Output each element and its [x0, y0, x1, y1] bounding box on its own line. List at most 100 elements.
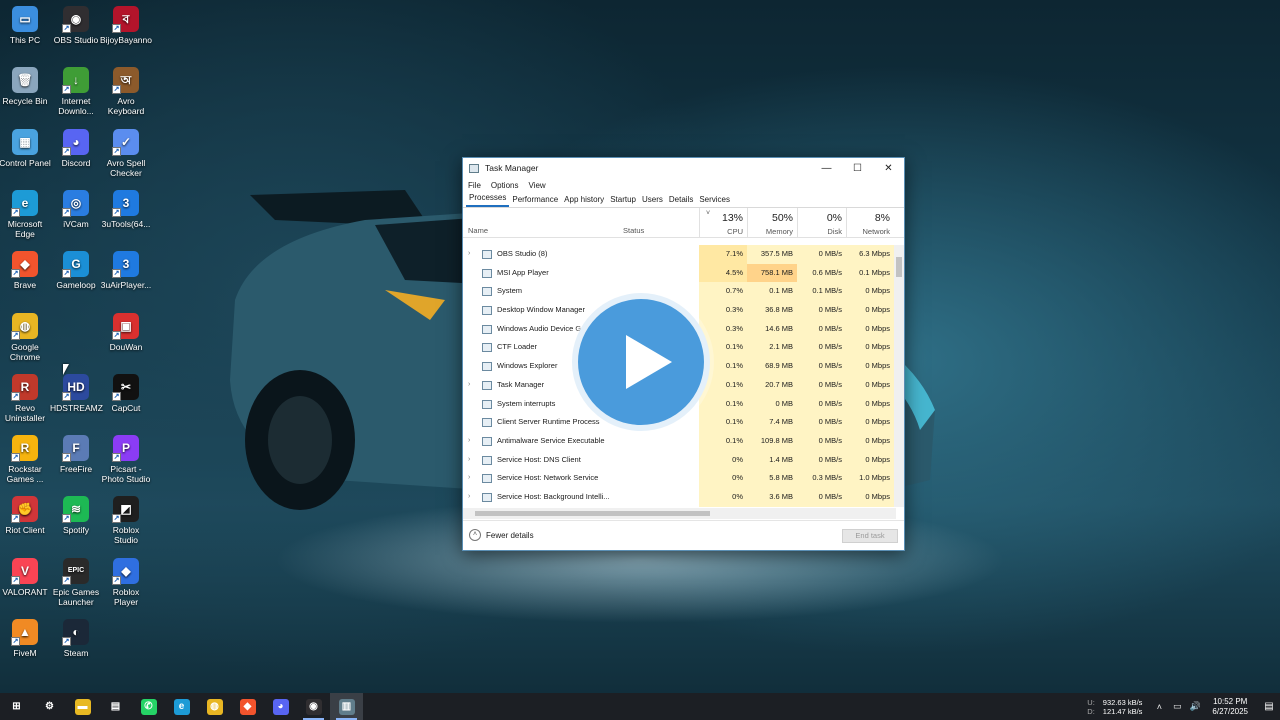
fewer-details-button[interactable]: ˄ Fewer details [469, 529, 534, 541]
taskbar-obs-studio[interactable]: ◉ [297, 693, 330, 720]
process-row[interactable]: › Service Host: DNS Client 0% 1.4 MB 0 MB/s 0… [463, 450, 896, 470]
internet-download-manager-icon: ↓ ↗ [62, 67, 89, 95]
recycle-bin-icon: 🗑 [12, 67, 38, 94]
process-row[interactable]: › Service Host: Network Service 0% 5.8 MB 0.… [463, 469, 896, 488]
play-button-overlay[interactable] [572, 293, 710, 431]
process-cpu: 4.5% [699, 263, 747, 283]
process-row[interactable]: › Antimalware Service Executable 0.1% 109.8… [463, 431, 896, 451]
column-memory[interactable]: 50% Memory [747, 208, 797, 238]
close-button[interactable]: ✕ [873, 158, 904, 178]
desktop-icon[interactable]: ▭ This PC [0, 6, 51, 45]
expand-chevron-icon[interactable]: › [468, 245, 476, 264]
title-bar[interactable]: Task Manager — ☐ ✕ [463, 158, 904, 178]
tab-app-history[interactable]: App history [561, 195, 607, 207]
column-cpu[interactable]: 13% CPU [699, 208, 747, 238]
maximize-button[interactable]: ☐ [842, 158, 873, 178]
taskbar-brave[interactable]: ◆ [231, 693, 264, 720]
process-network: 0 Mbps [846, 431, 894, 451]
desktop-icon[interactable]: 3 ↗ 3uTools(64... [100, 189, 152, 229]
vertical-scroll-thumb[interactable] [896, 257, 902, 277]
desktop-icon[interactable]: ✊ ↗ Riot Client [0, 496, 51, 535]
menu-view[interactable]: View [528, 181, 545, 190]
process-memory: 7.4 MB [747, 413, 797, 432]
desktop-icon[interactable]: ◍ ↗ Google Chrome [0, 312, 51, 362]
desktop-icon[interactable]: ◎ ↗ iVCam [50, 189, 102, 229]
minimize-button[interactable]: — [811, 158, 842, 178]
taskbar-store[interactable]: ▤ [99, 693, 132, 720]
column-status[interactable]: Status [623, 226, 644, 235]
desktop-icon[interactable]: ◩ ↗ Roblox Studio [100, 496, 152, 545]
process-row[interactable]: System 0.7% 0.1 MB 0.1 MB/s 0 Mbps [463, 282, 896, 302]
taskbar-file-explorer[interactable]: ▬ [66, 693, 99, 720]
taskbar-discord[interactable]: ◕ [264, 693, 297, 720]
chevron-up-icon[interactable]: ˄ [1152, 702, 1166, 712]
horizontal-scroll-thumb[interactable] [475, 511, 710, 516]
desktop-icon[interactable]: ◕ ↗ Discord [50, 128, 102, 168]
desktop-icon[interactable]: ◆ ↗ Brave [0, 251, 51, 290]
desktop-icon[interactable]: ▣ ↗ DouWan [100, 312, 152, 352]
process-network: 6.3 Mbps [846, 245, 894, 264]
desktop-icon[interactable]: V ↗ VALORANT [0, 557, 51, 597]
desktop-icon[interactable]: 3 ↗ 3uAirPlayer... [100, 251, 152, 290]
volume-icon[interactable]: 🔊 [1188, 701, 1202, 712]
end-task-button[interactable]: End task [842, 529, 898, 543]
taskbar-whatsapp[interactable]: ✆ [132, 693, 165, 720]
desktop-icon[interactable]: ব ↗ BijoyBayanno [100, 6, 152, 45]
desktop-icon[interactable]: ✓ ↗ Avro Spell Checker [100, 128, 152, 178]
expand-chevron-icon[interactable]: › [468, 376, 476, 395]
process-row[interactable]: › Service Host: Background Intelli... 0% 3.… [463, 487, 896, 507]
desktop-icon[interactable]: F ↗ FreeFire [50, 435, 102, 474]
desktop-icon[interactable]: অ ↗ Avro Keyboard [100, 67, 152, 116]
notification-icon[interactable]: ▤ [1258, 701, 1280, 712]
desktop-icon[interactable]: ◐ ↗ Steam [50, 619, 102, 658]
desktop-icon[interactable]: G ↗ Gameloop [50, 251, 102, 290]
desktop-icon[interactable]: R ↗ Rockstar Games ... [0, 435, 51, 484]
column-name[interactable]: Name [468, 226, 488, 235]
shortcut-arrow-icon: ↗ [112, 453, 121, 463]
tab-users[interactable]: Users [639, 195, 666, 207]
taskbar-chrome[interactable]: ◍ [198, 693, 231, 720]
control-panel-icon: ▦ [12, 128, 38, 155]
shortcut-arrow-icon: ↗ [112, 391, 121, 401]
desktop-icon[interactable]: 🗑 Recycle Bin [0, 67, 51, 106]
network-icon[interactable]: ▭ [1170, 701, 1184, 712]
desktop-icon[interactable]: P ↗ Picsart - Photo Studio [100, 435, 152, 484]
shortcut-arrow-icon: ↗ [11, 207, 20, 217]
process-row[interactable]: › OBS Studio (8) 7.1% 357.5 MB 0 MB/s 6.3 Mbp… [463, 245, 896, 264]
menu-options[interactable]: Options [491, 181, 519, 190]
taskbar-edge[interactable]: e [165, 693, 198, 720]
taskbar-settings[interactable]: ⚙ [33, 693, 66, 720]
tab-performance[interactable]: Performance [509, 195, 561, 207]
clock[interactable]: 10:52 PM 6/27/2025 [1212, 697, 1248, 717]
desktop-icon[interactable]: ▲ ↗ FiveM [0, 619, 51, 658]
expand-chevron-icon[interactable]: › [468, 469, 476, 488]
desktop-icon[interactable]: ↓ ↗ Internet Downlo... [50, 67, 102, 116]
column-network[interactable]: 8% Network [846, 208, 894, 238]
expand-chevron-icon[interactable]: › [468, 488, 476, 507]
process-row[interactable]: MSI App Player 4.5% 758.1 MB 0.6 MB/s 0.1 Mb… [463, 263, 896, 283]
expand-chevron-icon[interactable]: › [468, 432, 476, 451]
desktop-icon[interactable]: R ↗ Revo Uninstaller [0, 373, 51, 423]
menu-file[interactable]: File [468, 181, 481, 190]
desktop-icon[interactable]: e ↗ Microsoft Edge [0, 189, 51, 239]
desktop-icon[interactable]: ▦ Control Panel [0, 128, 51, 168]
desktop-icon[interactable]: ◆ ↗ Roblox Player [100, 557, 152, 607]
taskbar-start[interactable]: ⊞ [0, 693, 33, 720]
tab-details[interactable]: Details [666, 195, 696, 207]
desktop-icon[interactable]: ✂ ↗ CapCut [100, 373, 152, 413]
whatsapp-icon: ✆ [140, 698, 157, 715]
tab-services[interactable]: Services [696, 195, 733, 207]
tab-processes[interactable]: Processes [466, 193, 510, 207]
shortcut-arrow-icon: ↗ [11, 637, 20, 646]
desktop-icon[interactable]: HD ↗ HDSTREAMZ [50, 373, 103, 413]
task-manager-icon [469, 163, 479, 173]
vertical-scrollbar[interactable] [894, 245, 904, 507]
desktop-icon[interactable]: ◉ ↗ OBS Studio [50, 6, 102, 45]
tab-startup[interactable]: Startup [607, 195, 639, 207]
expand-chevron-icon[interactable]: › [468, 451, 476, 470]
horizontal-scrollbar[interactable] [463, 508, 896, 519]
column-disk[interactable]: 0% Disk [797, 208, 846, 238]
desktop-icon[interactable]: EPIC ↗ Epic Games Launcher [50, 557, 102, 607]
desktop-icon[interactable]: ≋ ↗ Spotify [50, 496, 102, 535]
taskbar-task-manager[interactable]: ▥ [330, 693, 363, 720]
